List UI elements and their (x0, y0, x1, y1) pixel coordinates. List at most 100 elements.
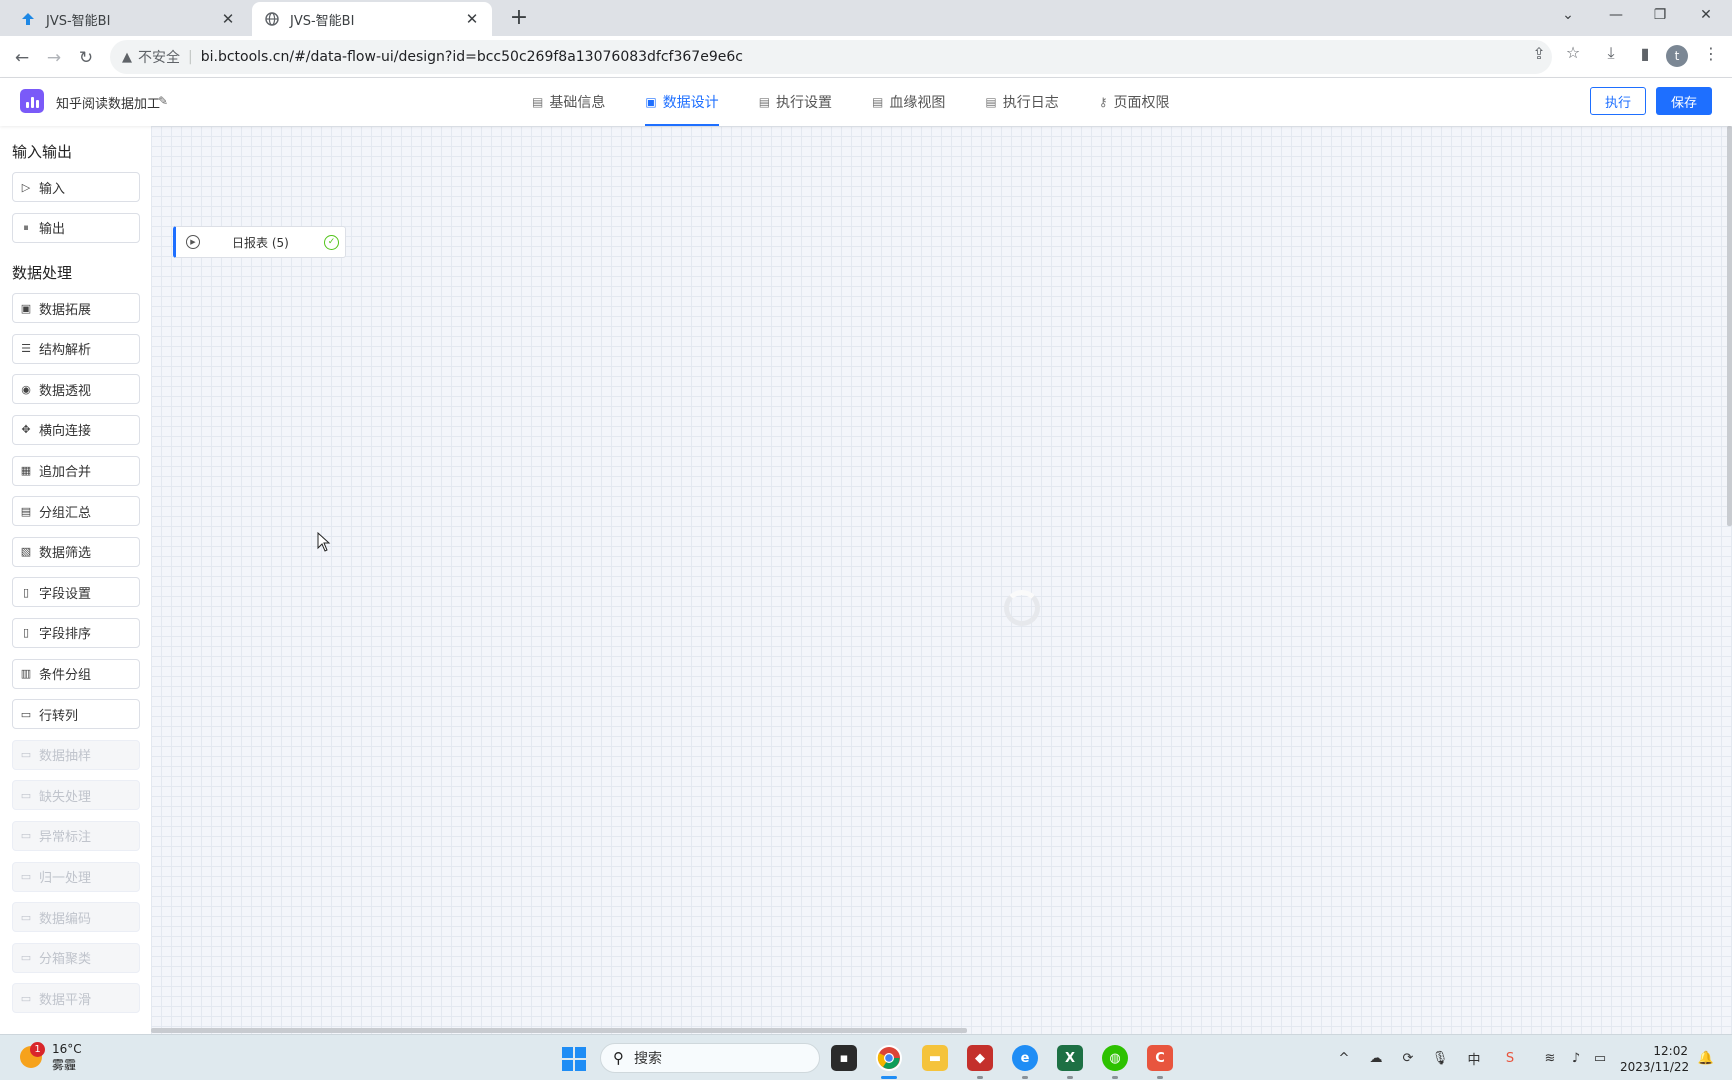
tool-proc-2[interactable]: ◉ 数据透视 (12, 374, 140, 405)
url-text[interactable]: bi.bctools.cn/#/data-flow-ui/design?id=b… (201, 49, 743, 65)
tool-io-1[interactable]: ⏸ 输出 (12, 212, 140, 243)
design-icon: ▣ (645, 95, 657, 109)
tab-page-permissions[interactable]: ⚷ 页面权限 (1099, 78, 1170, 126)
move-icon: ✥ (21, 423, 31, 437)
play-circle-icon: ▶ (186, 235, 200, 249)
browser-tab-1[interactable]: JVS-智能BI ✕ (8, 2, 248, 36)
weather-icon: 1 (20, 1042, 45, 1068)
minimize-icon[interactable]: — (1594, 0, 1638, 30)
reload-icon[interactable]: ↻ (72, 44, 100, 72)
separator: | (188, 49, 193, 65)
tool-proc-16[interactable]: ▭ 分箱聚类 (12, 942, 140, 973)
temperature: 16°C (52, 1042, 82, 1056)
profile-avatar[interactable]: t (1666, 45, 1688, 67)
browser-tab-2[interactable]: JVS-智能BI ✕ (252, 2, 492, 36)
box-icon: ▭ (20, 951, 32, 965)
tool-proc-0[interactable]: ▣ 数据拓展 (12, 293, 140, 324)
copy-icon: ▣ (20, 301, 32, 315)
save-button[interactable]: 保存 (1656, 87, 1712, 115)
tool-proc-7[interactable]: ▯ 字段设置 (12, 577, 140, 608)
volume-icon[interactable]: ♪ (1566, 1048, 1586, 1068)
flow-canvas[interactable]: ▶ 日报表 (5) ✓ (151, 126, 1732, 1034)
tool-label: 数据抽样 (39, 749, 92, 765)
tool-proc-1[interactable]: ☰ 结构解析 (12, 333, 140, 364)
mouse-cursor-icon (317, 531, 331, 556)
flow-node[interactable]: ▶ 日报表 (5) ✓ (173, 226, 346, 258)
vertical-scrollbar[interactable] (1727, 126, 1732, 526)
weather-widget[interactable]: 1 16°C 雾霾 (20, 1041, 82, 1073)
tool-proc-15[interactable]: ▭ 数据编码 (12, 902, 140, 933)
app-header: 知乎阅读数据加工 ✎ ▤ 基础信息 ▣ 数据设计 ▤ 执行设置 ▤ 血缘视图 ▤ 执行日志… (0, 78, 1732, 126)
close-tab-icon[interactable]: ✕ (464, 11, 480, 27)
taskbar-search[interactable]: ⚲ 搜索 (600, 1043, 820, 1073)
tool-proc-5[interactable]: ▤ 分组汇总 (12, 496, 140, 527)
edit-title-icon[interactable]: ✎ (158, 94, 168, 108)
edge-icon[interactable]: e (1012, 1045, 1038, 1071)
notification-bell-icon[interactable]: 🔔 (1696, 1048, 1716, 1068)
tool-proc-10[interactable]: ▭ 行转列 (12, 699, 140, 730)
tab-data-design[interactable]: ▣ 数据设计 (645, 78, 720, 126)
start-button[interactable] (562, 1047, 586, 1071)
play-circle-icon: ▷ (21, 180, 31, 194)
bookmark-star-icon[interactable]: ☆ (1562, 41, 1584, 63)
sync-icon[interactable]: ⟳ (1398, 1048, 1418, 1068)
tool-proc-17[interactable]: ▭ 数据平滑 (12, 983, 140, 1014)
tool-proc-8[interactable]: ▯ 字段排序 (12, 617, 140, 648)
restore-icon[interactable]: ❐ (1638, 0, 1682, 30)
microphone-icon[interactable]: 🎙 (1430, 1048, 1450, 1068)
battery-icon[interactable]: ▭ (1590, 1048, 1610, 1068)
node-label: 日报表 (5) (232, 235, 289, 250)
ime-indicator[interactable]: 中 (1464, 1048, 1484, 1068)
share-icon[interactable]: ⇪ (1528, 42, 1550, 64)
show-hidden-icons[interactable]: ^ (1334, 1048, 1354, 1068)
tool-label: 数据平滑 (39, 992, 92, 1008)
back-icon[interactable]: ← (8, 44, 36, 72)
app-cat-icon[interactable]: ◆ (967, 1045, 993, 1071)
horizontal-scrollbar[interactable] (151, 1028, 967, 1033)
forward-icon[interactable]: → (40, 44, 68, 72)
app-tray-icon[interactable]: S (1500, 1048, 1520, 1068)
wifi-icon[interactable]: ≋ (1540, 1048, 1560, 1068)
tool-proc-14[interactable]: ▭ 归一处理 (12, 861, 140, 892)
tool-proc-13[interactable]: ▭ 异常标注 (12, 820, 140, 851)
warning-icon: ▲ (122, 49, 132, 65)
globe-icon (264, 11, 280, 27)
tool-label: 输出 (39, 222, 66, 238)
tool-proc-3[interactable]: ✥ 横向连接 (12, 414, 140, 445)
tool-proc-12[interactable]: ▭ 缺失处理 (12, 780, 140, 811)
tab-search-icon[interactable]: ⌄ (1546, 0, 1590, 30)
tool-label: 分箱聚类 (39, 952, 92, 968)
windows-taskbar: 1 16°C 雾霾 ⚲ 搜索 ▪ ▬ ◆ e X ◍ C ^ ☁ ⟳ 🎙 中 S… (0, 1034, 1732, 1080)
tab-run-settings[interactable]: ▤ 执行设置 (759, 78, 832, 126)
clock-date: 2023/11/22 (1620, 1060, 1690, 1074)
app-red-icon[interactable]: C (1147, 1045, 1173, 1071)
tool-proc-9[interactable]: ▥ 条件分组 (12, 658, 140, 689)
task-view-icon[interactable]: ▪ (831, 1045, 857, 1071)
tool-proc-6[interactable]: ▧ 数据筛选 (12, 536, 140, 567)
tool-proc-11[interactable]: ▭ 数据抽样 (12, 739, 140, 770)
run-button[interactable]: 执行 (1590, 87, 1646, 115)
close-tab-icon[interactable]: ✕ (220, 11, 236, 27)
address-bar[interactable]: ▲ 不安全 | bi.bctools.cn/#/data-flow-ui/des… (110, 40, 1552, 74)
sliders-icon: ☰ (21, 342, 31, 356)
new-tab-button[interactable]: + (506, 6, 532, 32)
tool-label: 数据编码 (39, 911, 92, 927)
menu-kebab-icon[interactable]: ⋮ (1700, 42, 1722, 64)
onedrive-icon[interactable]: ☁ (1366, 1048, 1386, 1068)
excel-icon[interactable]: X (1057, 1045, 1083, 1071)
tab-run-log[interactable]: ▤ 执行日志 (985, 78, 1058, 126)
chrome-icon[interactable] (876, 1045, 902, 1071)
browser-tab-strip: JVS-智能BI ✕ JVS-智能BI ✕ + ⌄ — ❐ ✕ (0, 0, 1732, 36)
box-icon: ▭ (20, 829, 32, 843)
side-panel-icon[interactable]: ▮ (1634, 42, 1656, 64)
file-explorer-icon[interactable]: ▬ (922, 1045, 948, 1071)
system-clock[interactable]: 12:02 2023/11/22 (1620, 1043, 1690, 1075)
download-icon[interactable]: ⤓ (1600, 42, 1622, 64)
close-window-icon[interactable]: ✕ (1684, 0, 1728, 30)
wechat-icon[interactable]: ◍ (1102, 1045, 1128, 1071)
tool-io-0[interactable]: ▷ 输入 (12, 172, 140, 202)
tab-basic-info[interactable]: ▤ 基础信息 (532, 78, 605, 126)
key-icon: ⚷ (1098, 95, 1108, 109)
tab-lineage-view[interactable]: ▤ 血缘视图 (872, 78, 945, 126)
tool-proc-4[interactable]: ▦ 追加合并 (12, 455, 140, 486)
